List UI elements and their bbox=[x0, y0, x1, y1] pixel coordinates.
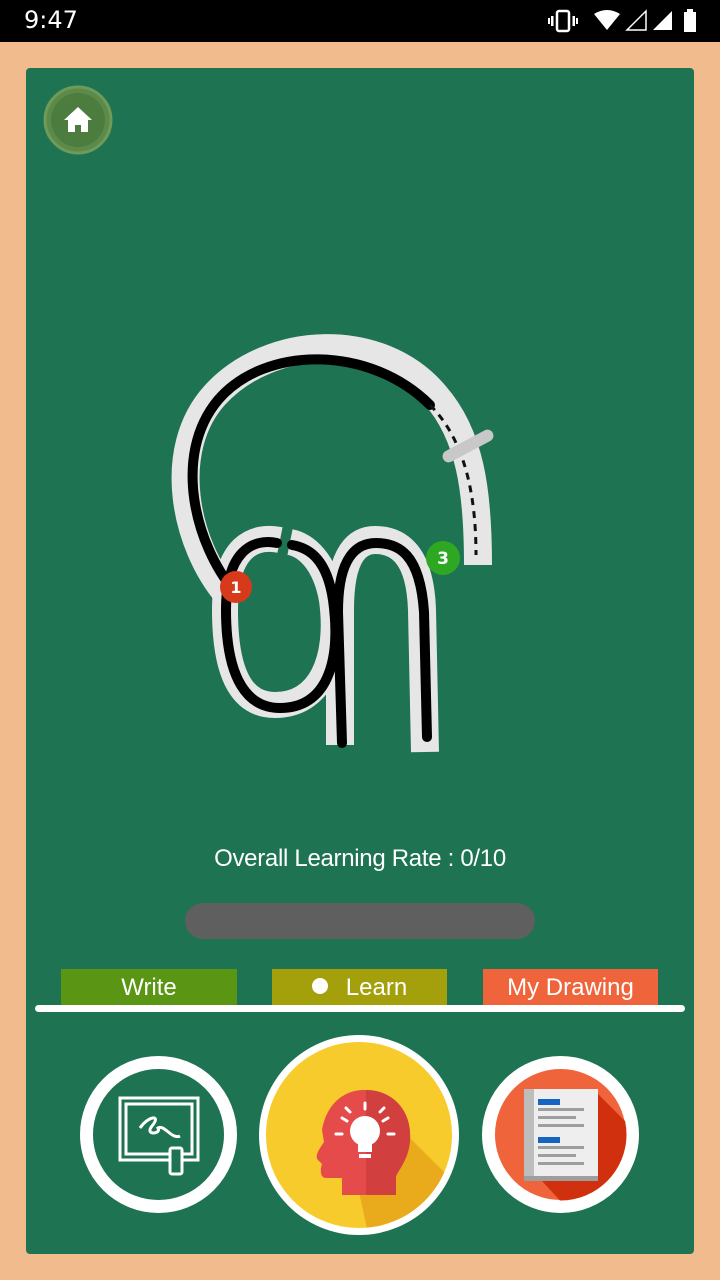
tab-my-drawing[interactable]: My Drawing bbox=[483, 969, 658, 1005]
status-time: 9:47 bbox=[24, 6, 78, 34]
learning-progress-bar bbox=[185, 903, 535, 939]
wifi-icon bbox=[594, 10, 620, 30]
stroke-start-marker: 1 bbox=[220, 571, 252, 603]
stroke-3-marker: 3 bbox=[426, 541, 460, 575]
tab-write-label: Write bbox=[121, 974, 177, 1001]
selected-indicator bbox=[311, 978, 328, 994]
tab-divider bbox=[35, 1005, 685, 1012]
notebook-icon bbox=[524, 1089, 598, 1181]
tab-learn-label: Learn bbox=[345, 974, 408, 1001]
letter-tracing-area[interactable]: 1 3 bbox=[140, 320, 540, 780]
tab-my-drawing-label: My Drawing bbox=[507, 974, 634, 1001]
svg-text:1: 1 bbox=[230, 578, 241, 597]
home-button[interactable] bbox=[43, 85, 113, 155]
signal-icon bbox=[653, 11, 672, 30]
vibrate-icon bbox=[548, 9, 578, 33]
signal-empty-icon bbox=[625, 9, 647, 31]
write-button[interactable] bbox=[80, 1056, 237, 1213]
tab-learn[interactable]: Learn bbox=[272, 969, 447, 1005]
status-bar: 9:47 bbox=[0, 0, 720, 42]
learn-button[interactable] bbox=[254, 1030, 464, 1240]
status-icons bbox=[548, 9, 696, 33]
svg-text:3: 3 bbox=[437, 549, 449, 569]
my-drawing-button[interactable] bbox=[482, 1056, 639, 1213]
tab-write[interactable]: Write bbox=[61, 969, 237, 1005]
battery-icon bbox=[684, 9, 696, 32]
learning-rate-label: Overall Learning Rate : 0/10 bbox=[214, 845, 506, 872]
